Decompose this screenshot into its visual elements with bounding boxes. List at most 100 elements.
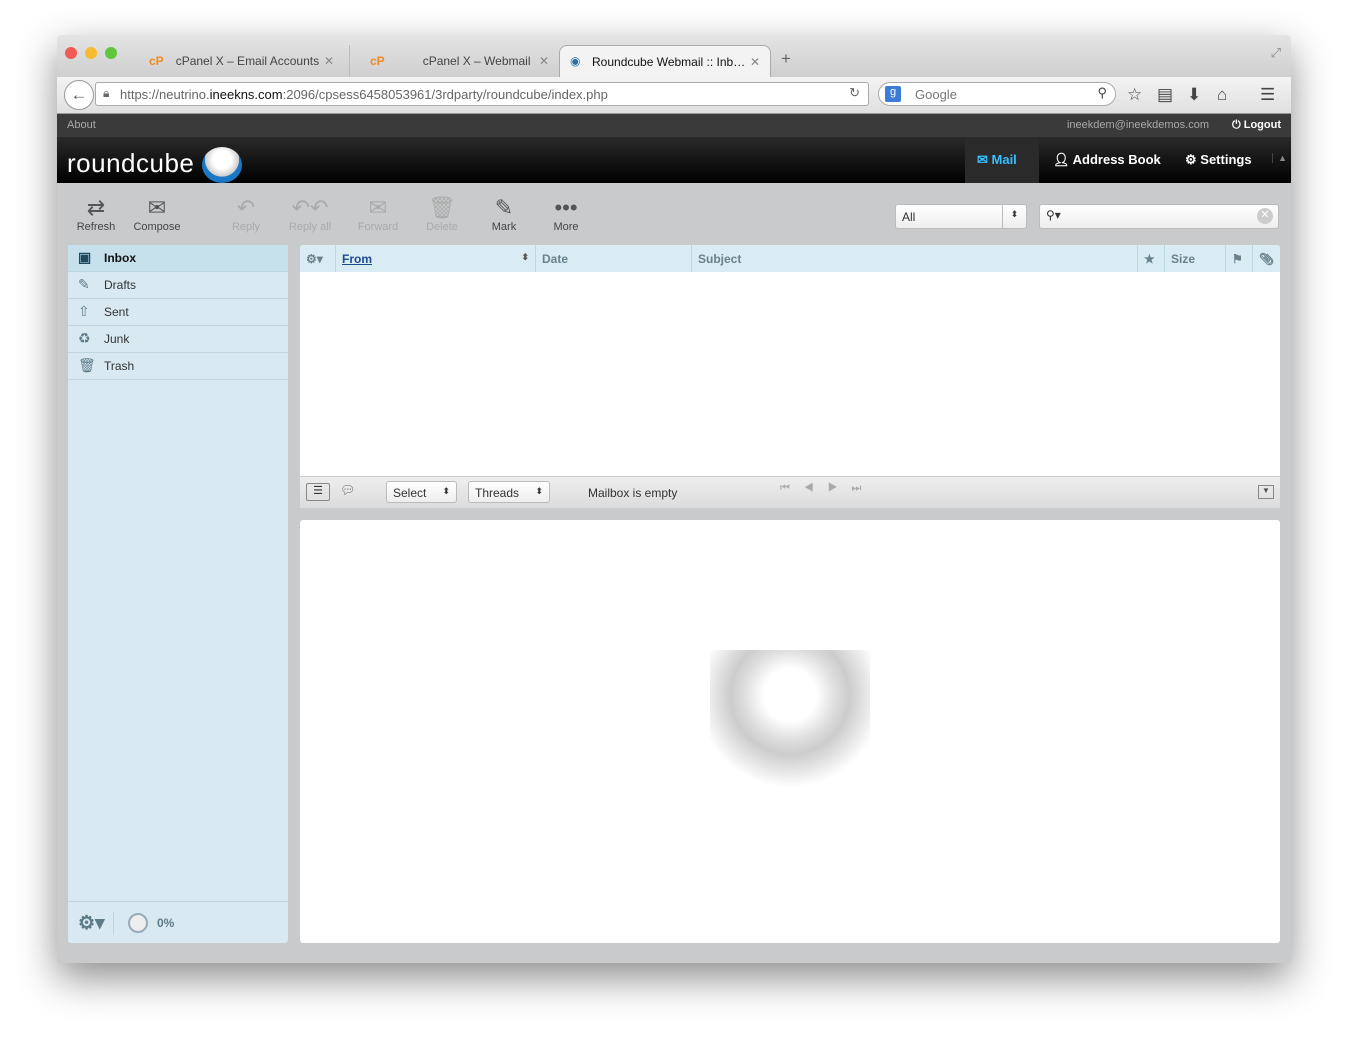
message-preview xyxy=(300,520,1280,943)
first-page-icon[interactable]: ⏮ xyxy=(780,482,804,494)
compose-button[interactable]: ✉ Compose xyxy=(127,195,187,233)
menu-icon[interactable]: ☰ xyxy=(1260,85,1275,105)
folder-drafts[interactable]: ✎ Drafts xyxy=(68,272,288,299)
list-view-icon[interactable]: ☰ xyxy=(306,483,330,501)
back-button[interactable]: ← xyxy=(64,80,94,110)
button-label: More xyxy=(553,221,579,233)
tab-webmail[interactable]: cP cPanel X – Webmail ✕ xyxy=(349,45,559,77)
roundcube-logo: roundcube xyxy=(67,147,243,183)
filter-value: All xyxy=(902,210,916,224)
star-icon[interactable]: ★ xyxy=(1138,245,1165,272)
folder-footer: ⚙▾ 0% xyxy=(68,901,288,943)
pen-icon: ✎ xyxy=(494,195,514,220)
logout-button[interactable]: ⏻ Logout xyxy=(1232,119,1281,132)
column-label: From xyxy=(342,252,372,266)
search-engine-input[interactable]: g Google ⚲ xyxy=(878,82,1116,106)
delete-button[interactable]: 🗑︎ Delete xyxy=(412,195,472,233)
list-options-icon[interactable]: ⚙▾ xyxy=(300,245,336,272)
filter-select[interactable]: All ⬍ xyxy=(895,204,1027,229)
lock-icon: 🔒︎ xyxy=(103,86,110,100)
column-from[interactable]: From ⬍ xyxy=(336,245,536,272)
bookmarks-list-icon[interactable]: ▤ xyxy=(1157,85,1173,105)
nav-address-book[interactable]: 👤︎ Address Book xyxy=(1053,137,1161,183)
bookmark-star-icon[interactable]: ☆ xyxy=(1127,85,1142,105)
clear-search-icon[interactable]: ✕ xyxy=(1257,208,1273,224)
cpanel-icon: cP xyxy=(370,54,385,68)
folder-label: Junk xyxy=(104,332,130,346)
inbox-icon: ▣ xyxy=(78,249,92,265)
select-arrows-icon: ⬍ xyxy=(535,486,543,496)
nav-settings[interactable]: ⚙ Settings xyxy=(1185,137,1252,183)
downloads-icon[interactable]: ⬇ xyxy=(1187,85,1201,105)
home-icon[interactable]: ⌂ xyxy=(1217,85,1227,105)
column-size[interactable]: Size xyxy=(1165,245,1226,272)
logo-text: roundcube xyxy=(67,147,195,178)
mark-button[interactable]: ✎ Mark xyxy=(474,195,534,233)
folder-trash[interactable]: 🗑︎ Trash xyxy=(68,353,288,380)
list-footer: ☰ 💬︎ Select ⬍ Threads ⬍ Mailbox is empty ⏮… xyxy=(300,476,1280,508)
last-page-icon[interactable]: ⏭ xyxy=(852,482,876,494)
roundcube-watermark-icon xyxy=(710,650,870,800)
reply-all-icon: ↶↶ xyxy=(291,195,329,220)
top-line: About ineekdem@ineekdemos.com ⏻ Logout xyxy=(57,114,1291,137)
threads-menu[interactable]: Threads ⬍ xyxy=(468,481,550,503)
fullscreen-icon[interactable]: ⤢ xyxy=(1271,45,1281,61)
column-date[interactable]: Date xyxy=(536,245,692,272)
address-bar[interactable]: 🔒︎ https://neutrino.ineekns.com:2096/cpse… xyxy=(95,82,869,106)
folder-junk[interactable]: ♻ Junk xyxy=(68,326,288,353)
flag-icon[interactable]: ⚑ xyxy=(1226,245,1253,272)
sent-icon: ⇧ xyxy=(78,303,90,319)
attachment-icon[interactable]: 📎︎ xyxy=(1253,245,1280,272)
message-list-header: ⚙▾ From ⬍ Date Subject ★ Size ⚑ 📎︎ xyxy=(300,245,1280,272)
toggle-preview-icon[interactable]: ▼ xyxy=(1258,485,1274,499)
close-tab-icon[interactable]: ✕ xyxy=(324,54,334,68)
mail-icon: ✉ xyxy=(977,152,992,167)
folder-label: Drafts xyxy=(104,278,137,292)
pagination: ⏮◀▶⏭ xyxy=(780,482,875,495)
quota-text: 0% xyxy=(157,916,175,930)
new-tab-button[interactable]: + xyxy=(781,49,791,69)
close-window-button[interactable] xyxy=(65,47,77,59)
power-icon: ⏻ xyxy=(1231,119,1244,131)
tab-roundcube[interactable]: ◉ Roundcube Webmail :: Inb… ✕ xyxy=(559,45,771,77)
more-button[interactable]: ••• More xyxy=(536,195,596,233)
prev-page-icon[interactable]: ◀ xyxy=(804,482,828,494)
tab-email-accounts[interactable]: cP cPanel X – Email Accounts ✕ xyxy=(129,45,344,77)
close-tab-icon[interactable]: ✕ xyxy=(750,55,760,69)
button-label: Mark xyxy=(491,221,517,233)
tab-bar: cP cPanel X – Email Accounts ✕ cP cPanel X … xyxy=(57,35,1291,77)
column-subject[interactable]: Subject xyxy=(692,245,1138,272)
about-link[interactable]: About xyxy=(67,119,96,131)
button-label: Refresh xyxy=(76,221,116,233)
url-domain: ineekns.com xyxy=(209,87,283,102)
collapse-header-icon[interactable]: ▲ xyxy=(1272,153,1287,163)
logo-icon xyxy=(202,147,243,183)
navigation-bar: ← 🔒︎ https://neutrino.ineekns.com:2096/cp… xyxy=(57,77,1291,114)
next-page-icon[interactable]: ▶ xyxy=(828,482,852,494)
threads-icon[interactable]: 💬︎ xyxy=(340,483,355,497)
refresh-button[interactable]: ⇄ Refresh xyxy=(66,195,126,233)
forward-button[interactable]: ✉ Forward xyxy=(348,195,408,233)
trash-icon: 🗑︎ xyxy=(78,357,96,373)
search-input[interactable]: ⚲▾ ✕ xyxy=(1039,204,1279,229)
nav-label: Address Book xyxy=(1072,152,1161,167)
folder-label: Trash xyxy=(104,359,135,373)
select-label: Select xyxy=(393,486,427,500)
minimize-window-button[interactable] xyxy=(85,47,97,59)
person-icon: 👤︎ xyxy=(1053,152,1073,167)
folder-settings-gear-icon[interactable]: ⚙▾ xyxy=(78,912,114,935)
folder-inbox[interactable]: ▣ Inbox xyxy=(68,245,288,272)
reply-all-button[interactable]: ↶↶ Reply all xyxy=(280,195,340,233)
select-menu[interactable]: Select ⬍ xyxy=(386,481,457,503)
tab-label: Roundcube Webmail :: Inb… xyxy=(592,55,746,69)
button-label: Reply all xyxy=(288,221,332,233)
search-placeholder: Google xyxy=(915,87,957,102)
zoom-window-button[interactable] xyxy=(105,47,117,59)
nav-mail[interactable]: ✉ Mail xyxy=(965,137,1039,183)
reply-button[interactable]: ↶ Reply xyxy=(216,195,276,233)
reload-icon[interactable]: ↻ xyxy=(849,85,860,101)
close-tab-icon[interactable]: ✕ xyxy=(539,54,549,68)
url-text: https://neutrino. xyxy=(120,87,210,102)
folder-sent[interactable]: ⇧ Sent xyxy=(68,299,288,326)
search-icon: ⚲ xyxy=(1097,85,1107,100)
